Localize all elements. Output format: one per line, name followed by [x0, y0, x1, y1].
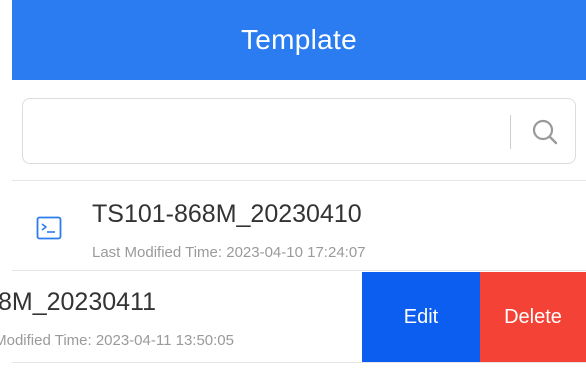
last-modified-time: Last Modified Time: 2023-04-11 13:50:05	[0, 332, 234, 349]
search-divider	[510, 115, 511, 149]
template-name: TS101-868M_20230411	[0, 288, 156, 316]
template-name: TS101-868M_20230410	[92, 200, 362, 228]
delete-button[interactable]: Delete	[480, 272, 586, 362]
header-bar: Template	[12, 0, 586, 80]
edit-button[interactable]: Edit	[362, 272, 480, 362]
search-icon[interactable]	[529, 116, 561, 148]
list-divider	[12, 180, 586, 181]
list-item-content[interactable]: TS101-868M_20230411 Last Modified Time: …	[0, 272, 362, 362]
list-divider	[12, 362, 586, 363]
last-modified-time: Last Modified Time: 2023-04-10 17:24:07	[92, 244, 366, 261]
list-divider	[12, 270, 586, 271]
list-item-swiped[interactable]: TS101-868M_20230411 Last Modified Time: …	[0, 272, 586, 362]
search-input[interactable]	[35, 111, 499, 153]
search-bar[interactable]	[22, 98, 576, 164]
terminal-file-icon	[36, 216, 62, 240]
page-title: Template	[240, 24, 357, 55]
list-item[interactable]: TS101-868M_20230410 Last Modified Time: …	[12, 182, 586, 270]
